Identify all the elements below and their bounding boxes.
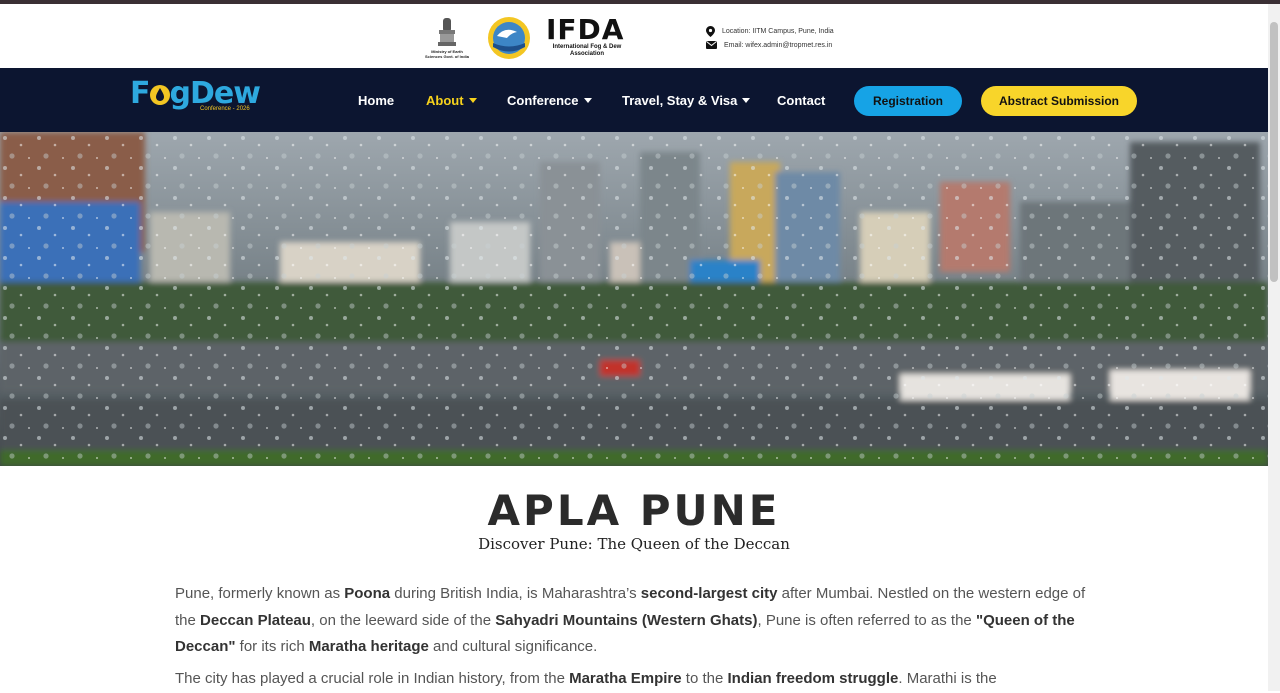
text-bold: Poona (344, 585, 391, 602)
scrollbar-thumb[interactable] (1270, 22, 1278, 282)
nav-home[interactable]: Home (358, 93, 394, 108)
chevron-down-icon (583, 98, 592, 103)
text-bold: second-largest city (640, 585, 778, 602)
drop-icon (149, 85, 170, 105)
ifda-title: IFDA (546, 13, 625, 46)
page-subtitle: Discover Pune: The Queen of the Deccan (478, 535, 790, 553)
text-run: and cultural significance. (428, 638, 598, 655)
ifda-logo-icon (488, 17, 530, 59)
rainy-city-photo (0, 132, 1268, 466)
text-run: , Pune is often referred to as the (757, 611, 976, 629)
nav-travel[interactable]: Travel, Stay & Visa (622, 93, 751, 108)
brand-subtitle: Conference - 2026 (200, 106, 250, 112)
nav-home-label[interactable]: Home (358, 93, 394, 108)
nav-about[interactable]: About (426, 93, 477, 108)
text-run: , on the leeward side of the (310, 611, 496, 629)
nav-travel-label[interactable]: Travel, Stay & Visa (622, 93, 737, 108)
email-line[interactable]: Email: wifex.admin@tropmet.res.in (706, 41, 832, 49)
text-bold: Sahyadri Mountains (Western Ghats) (495, 611, 758, 629)
registration-button[interactable]: Registration (854, 86, 962, 116)
intro-paragraph: Pune, formerly known as Poona during Bri… (175, 581, 1095, 661)
ifda-subtitle: International Fog & Dew Association (552, 44, 622, 57)
text-run: during British India, is Maharashtra’s (390, 585, 641, 602)
page-scrollbar[interactable] (1268, 4, 1280, 691)
text-bold: Maratha heritage (308, 638, 429, 655)
chevron-down-icon (742, 98, 751, 103)
abstract-submission-button[interactable]: Abstract Submission (981, 86, 1137, 116)
text-bold: Deccan Plateau (200, 611, 311, 629)
ministry-emblem: Ministry of Earth Sciences Govt. of Indi… (424, 16, 470, 60)
page-title: APLA PUNE (487, 486, 781, 535)
chevron-down-icon (468, 98, 477, 103)
nav-contact-label[interactable]: Contact (777, 93, 825, 108)
text-run: Pune, formerly known as (175, 585, 345, 602)
text-bold: Indian freedom struggle (727, 670, 899, 687)
nav-conference[interactable]: Conference (507, 93, 592, 108)
ministry-text: Ministry of Earth Sciences Govt. of Indi… (424, 49, 469, 59)
text-bold: Maratha Empire (569, 670, 682, 687)
text-run: to the (681, 670, 728, 687)
brand-word-start: F (130, 76, 150, 111)
hero-image (0, 132, 1268, 466)
text-run: for its rich (235, 638, 309, 655)
top-info-bar: Ministry of Earth Sciences Govt. of Indi… (0, 4, 1268, 68)
location-text: Location: IITM Campus, Pune, India (722, 28, 834, 35)
envelope-icon (706, 41, 717, 49)
map-pin-icon (706, 26, 715, 37)
ashoka-emblem-icon (438, 18, 456, 46)
fogdew-logo[interactable]: FgDew Conference - 2026 (130, 76, 261, 113)
text-run: . Marathi is the (898, 670, 997, 687)
history-paragraph: The city has played a crucial role in In… (175, 666, 1095, 693)
nav-conference-label[interactable]: Conference (507, 93, 579, 108)
email-text[interactable]: Email: wifex.admin@tropmet.res.in (724, 42, 832, 49)
nav-about-label[interactable]: About (426, 93, 464, 108)
text-run: The city has played a crucial role in In… (175, 670, 570, 687)
nav-contact[interactable]: Contact (777, 93, 825, 108)
location-line: Location: IITM Campus, Pune, India (706, 26, 834, 37)
